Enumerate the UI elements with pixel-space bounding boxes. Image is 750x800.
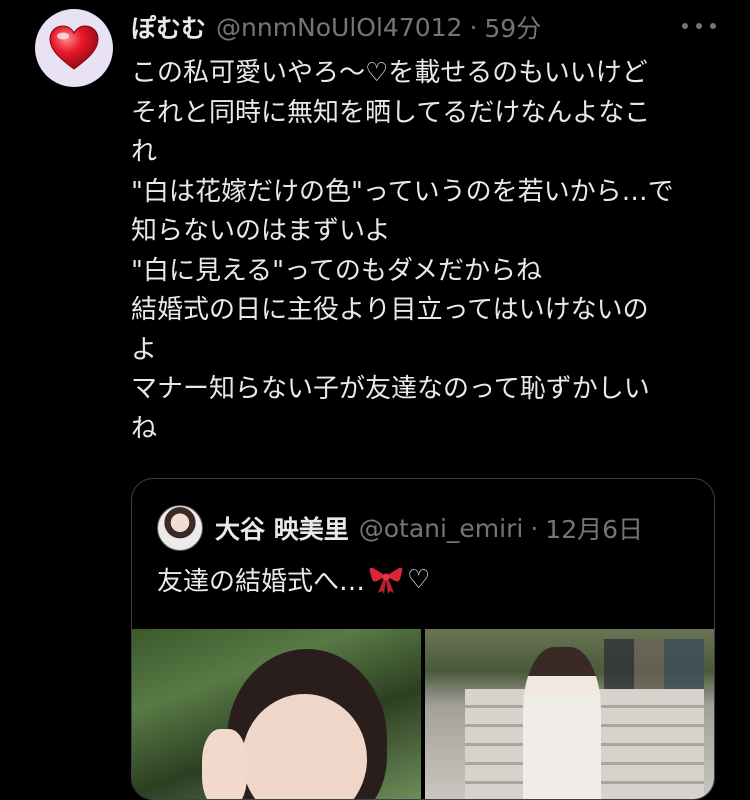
photo-subject-hand xyxy=(202,729,247,799)
more-dot xyxy=(696,23,702,29)
user-handle[interactable]: @nnmNoUlOl47012 xyxy=(216,13,462,42)
tweet-text-line: よ xyxy=(131,334,158,365)
photo-2[interactable] xyxy=(425,629,714,799)
tweet-text-line: この私可愛いやろ〜♡を載せるのもいいけど xyxy=(131,58,648,88)
photo-background-people xyxy=(604,639,704,689)
tweet-text-line: 結婚式の日に主役より目立ってはいけないの xyxy=(131,295,649,325)
tweet-text: この私可愛いやろ〜♡を載せるのもいいけど それと同時に無知を晒してるだけなんよな… xyxy=(131,54,731,449)
quoted-date: 12月6日 xyxy=(545,515,644,544)
separator-dot: · xyxy=(469,12,478,42)
more-dot xyxy=(710,23,716,29)
quoted-display-name: 大谷 映美里 xyxy=(215,515,349,544)
tweet-text-line: "白は花嫁だけの色"っていうのを若いから…で xyxy=(131,176,674,207)
heart-suffix: ♡ xyxy=(407,564,431,595)
tweet-text-line: 知らないのはまずいよ xyxy=(131,216,391,246)
tweet-text-line: れ xyxy=(131,137,158,167)
timestamp[interactable]: 59分 xyxy=(484,9,541,45)
quoted-avatar[interactable] xyxy=(157,505,203,551)
tweet-header: ぽむむ @nnmNoUlOl47012 · 59分 xyxy=(131,8,541,46)
quoted-text: 友達の結婚式へ… xyxy=(157,567,366,597)
heart-icon xyxy=(49,25,99,70)
tweet-text-line: ね xyxy=(131,413,158,444)
more-icon[interactable] xyxy=(682,20,716,32)
photo-1[interactable] xyxy=(132,629,421,799)
tweet-text-line: マナー知らない子が友達なのって恥ずかしい xyxy=(131,374,650,404)
ribbon-icon xyxy=(369,567,403,594)
quoted-tweet-text: 友達の結婚式へ… ♡ xyxy=(157,561,430,598)
separator-dot: · xyxy=(530,513,539,543)
quoted-tweet[interactable]: 大谷 映美里 @otani_emiri · 12月6日 友達の結婚式へ… ♡ xyxy=(131,478,715,800)
tweet-text-line: それと同時に無知を晒してるだけなんよなこ xyxy=(131,97,651,128)
tweet-text-line: "白に見える"ってのもダメだからね xyxy=(131,255,543,286)
photo-subject xyxy=(523,647,601,799)
quoted-tweet-header: 大谷 映美里 @otani_emiri · 12月6日 xyxy=(157,503,643,553)
tweet[interactable]: ぽむむ @nnmNoUlOl47012 · 59分 この私可愛いやろ〜♡を載せる… xyxy=(0,0,750,800)
display-name[interactable]: ぽむむ xyxy=(131,9,206,45)
quoted-user-handle: @otani_emiri xyxy=(358,513,524,543)
more-dot xyxy=(682,23,688,29)
avatar[interactable] xyxy=(35,9,113,87)
